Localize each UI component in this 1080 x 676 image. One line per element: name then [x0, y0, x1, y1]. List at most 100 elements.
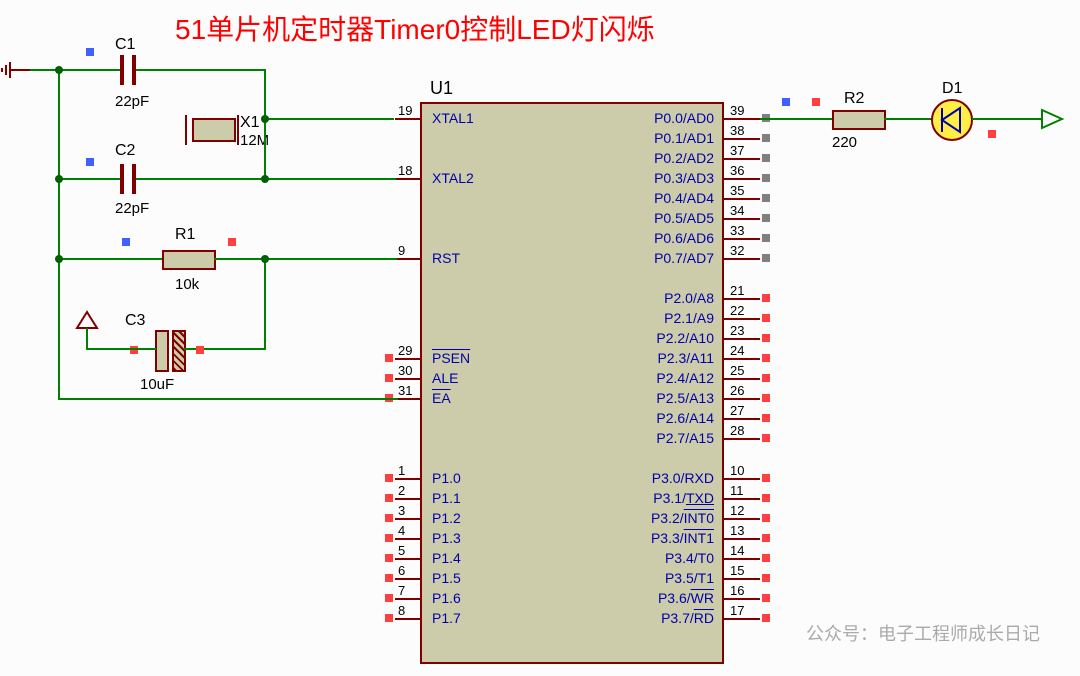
pin-label: P2.7/A15 — [656, 430, 714, 446]
c1-val: 22pF — [115, 93, 149, 110]
pin-label: P1.3 — [432, 530, 461, 546]
pin-label: P2.0/A8 — [664, 290, 714, 306]
probe-icon — [762, 394, 770, 402]
pin-label: P2.3/A11 — [657, 350, 714, 366]
pin-number: 12 — [730, 503, 744, 518]
pin-line — [722, 118, 760, 120]
pin-number: 17 — [730, 603, 744, 618]
pin-number: 11 — [730, 483, 744, 498]
probe-icon — [762, 374, 770, 382]
probe-icon — [762, 414, 770, 422]
pin-number: 26 — [730, 383, 744, 398]
pin-label: EA — [432, 390, 451, 406]
pin-line — [722, 358, 760, 360]
pin-label: P0.3/AD3 — [654, 170, 714, 186]
resistor-icon — [162, 250, 216, 270]
pin-line — [722, 218, 760, 220]
pin-line — [395, 378, 420, 380]
probe-icon — [196, 346, 204, 354]
pin-number: 4 — [398, 523, 405, 538]
pin-line — [395, 498, 420, 500]
pin-label: P3.2/INT0 — [651, 510, 714, 526]
pin-line — [722, 138, 760, 140]
c2-val: 22pF — [115, 200, 149, 217]
pin-line — [722, 618, 760, 620]
probe-icon — [228, 238, 236, 246]
pin-line — [395, 358, 420, 360]
pin-number: 22 — [730, 303, 744, 318]
pin-label: P1.2 — [432, 510, 461, 526]
pin-line — [722, 518, 760, 520]
pin-line — [722, 158, 760, 160]
vcc-right-icon — [1038, 106, 1068, 132]
pin-number: 32 — [730, 243, 744, 258]
c3-ref: C3 — [125, 312, 145, 330]
pin-label: P2.6/A14 — [656, 410, 714, 426]
probe-icon — [762, 594, 770, 602]
probe-icon — [762, 134, 770, 142]
r2-val: 220 — [832, 134, 857, 151]
pin-line — [722, 478, 760, 480]
pin-label: P3.7/RD — [661, 610, 714, 626]
pin-line — [722, 498, 760, 500]
pin-line — [722, 538, 760, 540]
pin-line — [395, 478, 420, 480]
pin-line — [395, 398, 420, 400]
watermark-text: 公众号：电子工程师成长日记 — [806, 620, 1040, 646]
pin-number: 35 — [730, 183, 744, 198]
c2-ref: C2 — [115, 142, 135, 160]
pin-line — [395, 578, 420, 580]
pin-number: 9 — [398, 243, 405, 258]
probe-icon — [385, 494, 393, 502]
pin-label: P1.6 — [432, 590, 461, 606]
pin-label: P1.7 — [432, 610, 461, 626]
pin-label: P2.5/A13 — [656, 390, 714, 406]
pin-label: P1.1 — [432, 490, 461, 506]
probe-icon — [762, 514, 770, 522]
pin-line — [722, 258, 760, 260]
r2-ref: R2 — [844, 90, 864, 108]
pin-line — [395, 178, 420, 180]
probe-icon — [385, 614, 393, 622]
pin-label: P3.1/TXD — [653, 490, 714, 506]
pin-line — [722, 418, 760, 420]
pin-number: 3 — [398, 503, 405, 518]
pin-number: 10 — [730, 463, 744, 478]
probe-icon — [812, 98, 820, 106]
pin-label: P0.6/AD6 — [654, 230, 714, 246]
pin-line — [395, 538, 420, 540]
pin-label: P1.0 — [432, 470, 461, 486]
pin-line — [722, 178, 760, 180]
pin-label: P3.0/RXD — [652, 470, 714, 486]
pin-number: 7 — [398, 583, 405, 598]
probe-icon — [762, 614, 770, 622]
pin-number: 27 — [730, 403, 744, 418]
probe-icon — [385, 354, 393, 362]
pin-label: P3.3/INT1 — [651, 530, 714, 546]
pin-number: 2 — [398, 483, 405, 498]
pin-number: 1 — [398, 463, 405, 478]
pin-label: P0.1/AD1 — [654, 130, 714, 146]
pin-number: 37 — [730, 143, 744, 158]
pin-line — [722, 578, 760, 580]
pin-line — [395, 558, 420, 560]
crystal-icon — [192, 118, 236, 142]
pin-number: 31 — [398, 383, 412, 398]
pin-label: P3.5/T1 — [665, 570, 714, 586]
probe-icon — [762, 254, 770, 262]
pin-number: 34 — [730, 203, 744, 218]
c1-ref: C1 — [115, 36, 135, 54]
pin-number: 13 — [730, 523, 744, 538]
pin-number: 39 — [730, 103, 744, 118]
probe-icon — [762, 494, 770, 502]
probe-icon — [762, 234, 770, 242]
pin-label: P2.1/A9 — [664, 310, 714, 326]
probe-icon — [385, 574, 393, 582]
pin-line — [395, 618, 420, 620]
pin-line — [395, 598, 420, 600]
probe-icon — [762, 214, 770, 222]
probe-icon — [385, 534, 393, 542]
schematic-canvas: 51单片机定时器Timer0控制LED灯闪烁 U1 19XTAL118XTAL2… — [0, 0, 1080, 676]
probe-icon — [385, 374, 393, 382]
pin-number: 36 — [730, 163, 744, 178]
